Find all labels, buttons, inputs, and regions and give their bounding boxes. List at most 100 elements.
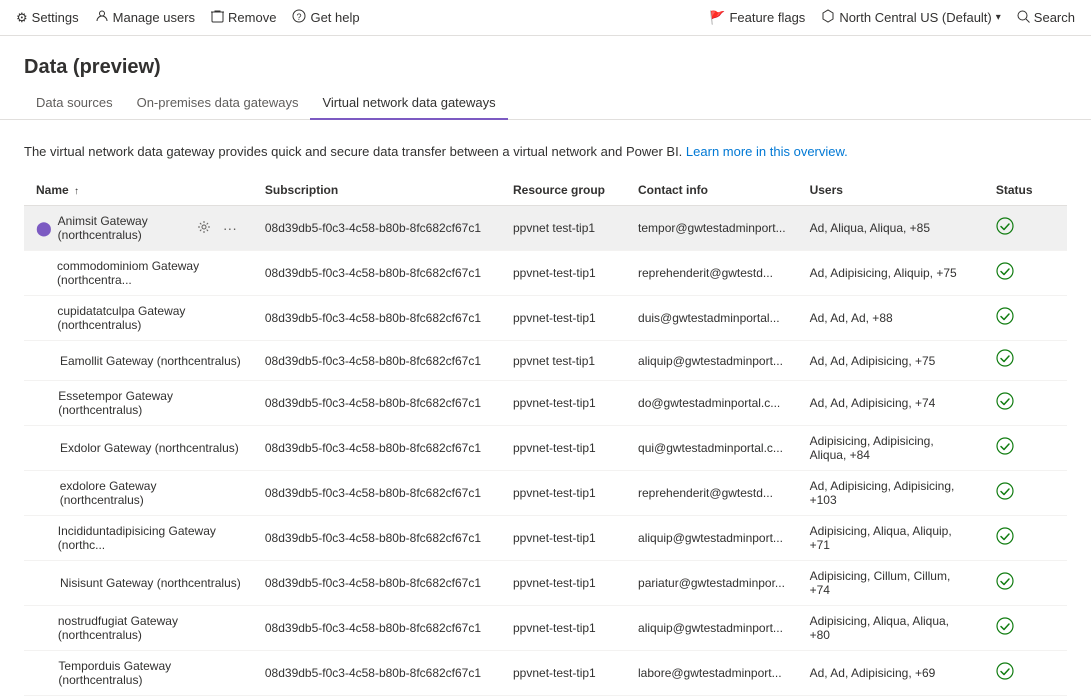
gateway-name: Eamollit Gateway (northcentralus) [60,354,241,368]
top-nav: ⚙ Settings Manage users Remove [0,0,1091,36]
settings-icon: ⚙ [16,10,28,26]
table-row[interactable]: Nisisunt Gateway (northcentralus) 08d39d… [24,561,1067,606]
gateway-name: Incididuntadipisicing Gateway (northc... [58,524,241,552]
remove-nav[interactable]: Remove [211,9,276,26]
svg-text:?: ? [297,12,302,22]
cell-resource-group: ppvnet test-tip1 [501,341,626,381]
cell-status [984,561,1067,606]
gateway-name: exdolore Gateway (northcentralus) [60,479,241,507]
page-title-area: Data (preview) [0,36,1091,87]
status-ok-icon [996,487,1014,504]
cell-name: nostrudfugiat Gateway (northcentralus) [24,606,253,651]
status-ok-icon [996,622,1014,639]
page-title: Data (preview) [24,56,1067,79]
cell-subscription: 08d39db5-f0c3-4c58-b80b-8fc682cf67c1 [253,561,501,606]
gateway-name: cupidatatculpa Gateway (northcentralus) [57,304,241,332]
cell-contact-info: pariatur@gwtestadminpor... [626,561,798,606]
cell-name: Incididuntadipisicing Gateway (northc... [24,516,253,561]
cell-contact-info: tempor@gwtestadminport... [626,206,798,251]
col-header-status: Status [984,175,1067,206]
cell-contact-info: aliquip@gwtestadminport... [626,516,798,561]
description-link[interactable]: Learn more in this overview. [686,144,848,159]
row-selected-icon [36,309,51,327]
col-header-contact-info: Contact info [626,175,798,206]
cell-resource-group: ppvnet-test-tip1 [501,296,626,341]
feature-flags-label: Feature flags [729,10,805,25]
row-selected-icon [36,264,51,282]
cell-status [984,381,1067,426]
status-ok-icon [996,312,1014,329]
table-row[interactable]: Incididuntadipisicing Gateway (northc...… [24,516,1067,561]
cell-status [984,206,1067,251]
description-area: The virtual network data gateway provide… [0,136,1091,175]
get-help-label: Get help [310,10,359,25]
table-row[interactable]: commodominiom Gateway (northcentra... 08… [24,251,1067,296]
table-row[interactable]: Essetempor Gateway (northcentralus) 08d3… [24,381,1067,426]
col-header-resource-group: Resource group [501,175,626,206]
cell-users: Ad, Ad, Adipisicing, +74 [798,381,984,426]
gateway-name: Essetempor Gateway (northcentralus) [58,389,241,417]
cell-name: cupidatatculpa Gateway (northcentralus) [24,296,253,341]
table-container: Name ↑ Subscription Resource group Conta… [0,175,1091,696]
row-selected-icon [36,352,54,370]
manage-users-nav[interactable]: Manage users [95,9,195,26]
status-ok-icon [996,442,1014,459]
cell-users: Adipisicing, Cillum, Cillum, +74 [798,561,984,606]
settings-nav[interactable]: ⚙ Settings [16,10,79,26]
status-ok-icon [996,667,1014,684]
table-row[interactable]: Temporduis Gateway (northcentralus) 08d3… [24,651,1067,696]
status-ok-icon [996,577,1014,594]
cell-subscription: 08d39db5-f0c3-4c58-b80b-8fc682cf67c1 [253,296,501,341]
search-nav[interactable]: Search [1017,10,1075,26]
status-ok-icon [996,267,1014,284]
row-more-button[interactable]: ··· [219,218,241,238]
cell-contact-info: aliquip@gwtestadminport... [626,606,798,651]
get-help-icon: ? [292,9,306,26]
manage-users-label: Manage users [113,10,195,25]
table-row[interactable]: cupidatatculpa Gateway (northcentralus) … [24,296,1067,341]
cell-subscription: 08d39db5-f0c3-4c58-b80b-8fc682cf67c1 [253,426,501,471]
top-nav-right: 🚩 Feature flags North Central US (Defaul… [709,9,1075,26]
gateways-table: Name ↑ Subscription Resource group Conta… [24,175,1067,696]
table-body: ⬤ Animsit Gateway (northcentralus) ··· 0… [24,206,1067,696]
cell-resource-group: ppvnet-test-tip1 [501,516,626,561]
cell-subscription: 08d39db5-f0c3-4c58-b80b-8fc682cf67c1 [253,381,501,426]
row-actions: ··· [193,218,241,239]
remove-icon [211,9,224,26]
table-row[interactable]: ⬤ Animsit Gateway (northcentralus) ··· 0… [24,206,1067,251]
cell-users: Adipisicing, Aliqua, Aliqua, +80 [798,606,984,651]
cell-subscription: 08d39db5-f0c3-4c58-b80b-8fc682cf67c1 [253,606,501,651]
search-label: Search [1034,10,1075,25]
region-nav[interactable]: North Central US (Default) ▾ [821,9,1000,26]
search-icon [1017,10,1030,26]
tab-data-sources[interactable]: Data sources [24,87,125,120]
row-selected-icon: ⬤ [36,219,52,237]
sort-asc-icon: ↑ [74,186,79,197]
cell-status [984,606,1067,651]
table-row[interactable]: Exdolor Gateway (northcentralus) 08d39db… [24,426,1067,471]
row-selected-icon [36,664,52,682]
gateway-name: Nisisunt Gateway (northcentralus) [60,576,241,590]
table-header: Name ↑ Subscription Resource group Conta… [24,175,1067,206]
table-row[interactable]: Eamollit Gateway (northcentralus) 08d39d… [24,341,1067,381]
tabs: Data sources On-premises data gateways V… [0,87,1091,120]
gateway-name: Exdolor Gateway (northcentralus) [60,441,239,455]
cell-name: Nisisunt Gateway (northcentralus) [24,561,253,606]
row-settings-button[interactable] [193,218,215,239]
cell-resource-group: ppvnet-test-tip1 [501,651,626,696]
remove-label: Remove [228,10,276,25]
get-help-nav[interactable]: ? Get help [292,9,359,26]
row-selected-icon [36,394,52,412]
cell-status [984,426,1067,471]
cell-contact-info: labore@gwtestadminport... [626,651,798,696]
tab-on-premises[interactable]: On-premises data gateways [125,87,311,120]
row-selected-icon [36,529,52,547]
feature-flags-icon: 🚩 [709,10,725,26]
table-row[interactable]: nostrudfugiat Gateway (northcentralus) 0… [24,606,1067,651]
cell-users: Ad, Aliqua, Aliqua, +85 [798,206,984,251]
settings-label: Settings [32,10,79,25]
feature-flags-nav[interactable]: 🚩 Feature flags [709,10,805,26]
tab-vnet[interactable]: Virtual network data gateways [310,87,507,120]
top-nav-left: ⚙ Settings Manage users Remove [16,9,360,26]
cell-users: Adipisicing, Aliqua, Aliquip, +71 [798,516,984,561]
